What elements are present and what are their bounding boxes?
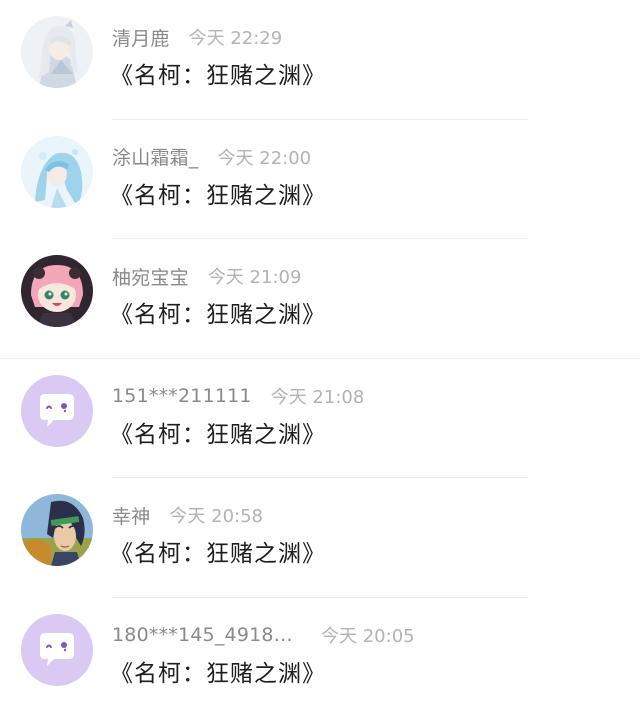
comment-item[interactable]: 柚宛宝宝 今天 21:09 《名柯：狂赌之渊》 [0, 239, 640, 359]
comment-item[interactable]: 180***145_4918… 今天 20:05 《名柯：狂赌之渊》 [0, 598, 640, 717]
avatar[interactable] [21, 494, 93, 566]
timestamp: 今天 21:08 [271, 383, 365, 409]
timestamp: 今天 22:00 [218, 144, 312, 170]
comment-meta: 幸神 今天 20:58 [112, 502, 263, 528]
avatar[interactable] [21, 16, 93, 88]
username[interactable]: 清月鹿 [112, 24, 170, 51]
comment-list: 清月鹿 今天 22:29 《名柯：狂赌之渊》 涂山霜霜_ 今天 22:00 《名… [0, 0, 640, 717]
comment-text: 《名柯：狂赌之渊》 [110, 295, 326, 329]
avatar[interactable] [21, 255, 93, 327]
comment-meta: 151***211111 今天 21:08 [112, 383, 364, 409]
default-chat-bubble-icon [21, 375, 93, 447]
timestamp: 今天 20:58 [169, 502, 263, 528]
comment-meta: 清月鹿 今天 22:29 [112, 24, 282, 50]
comment-text: 《名柯：狂赌之渊》 [110, 654, 326, 688]
anime-avatar-white-hair-icon [21, 16, 93, 88]
comment-text: 《名柯：狂赌之渊》 [110, 534, 326, 568]
comment-item[interactable]: 清月鹿 今天 22:29 《名柯：狂赌之渊》 [0, 0, 640, 120]
comment-item[interactable]: 幸神 今天 20:58 《名柯：狂赌之渊》 [0, 478, 640, 598]
comment-item[interactable]: 151***211111 今天 21:08 《名柯：狂赌之渊》 [0, 359, 640, 479]
anime-avatar-blue-hair-icon [21, 136, 93, 208]
anime-avatar-dark-hair-headband-icon [21, 494, 93, 566]
comment-meta: 柚宛宝宝 今天 21:09 [112, 263, 301, 289]
avatar[interactable] [21, 614, 93, 686]
username[interactable]: 幸神 [112, 502, 150, 529]
default-chat-bubble-icon [21, 614, 93, 686]
anime-avatar-pink-hair-icon [21, 255, 93, 327]
comment-item[interactable]: 涂山霜霜_ 今天 22:00 《名柯：狂赌之渊》 [0, 120, 640, 240]
comment-text: 《名柯：狂赌之渊》 [110, 176, 326, 210]
username[interactable]: 涂山霜霜_ [112, 143, 199, 170]
timestamp: 今天 21:09 [208, 263, 302, 289]
comment-meta: 涂山霜霜_ 今天 22:00 [112, 144, 311, 170]
username[interactable]: 180***145_4918… [112, 624, 302, 646]
username[interactable]: 151***211111 [112, 385, 252, 407]
avatar[interactable] [21, 375, 93, 447]
comment-text: 《名柯：狂赌之渊》 [110, 56, 326, 90]
comment-meta: 180***145_4918… 今天 20:05 [112, 622, 415, 648]
comment-text: 《名柯：狂赌之渊》 [110, 415, 326, 449]
avatar[interactable] [21, 136, 93, 208]
username[interactable]: 柚宛宝宝 [112, 263, 189, 290]
timestamp: 今天 22:29 [189, 24, 283, 50]
timestamp: 今天 20:05 [321, 622, 415, 648]
